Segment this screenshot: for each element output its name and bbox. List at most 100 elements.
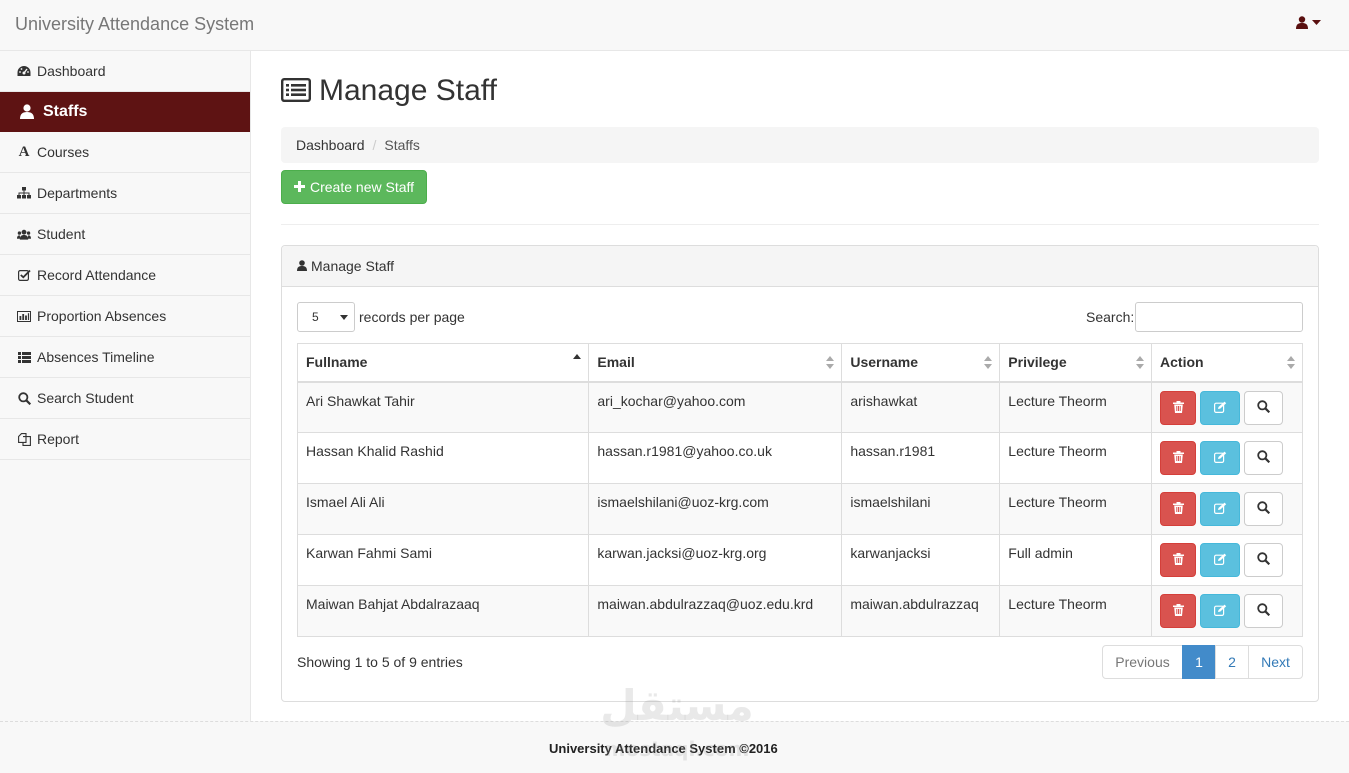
delete-button[interactable] — [1160, 492, 1197, 526]
cell-privilege: Lecture Theorm — [999, 432, 1153, 484]
trash-icon — [1172, 603, 1184, 619]
breadcrumb-separator: / — [372, 137, 377, 153]
cell-fullname: Maiwan Bahjat Abdalrazaaq — [296, 585, 590, 637]
sidebar-item-label: Departments — [37, 185, 118, 201]
cell-fullname: Ari Shawkat Tahir — [296, 381, 590, 433]
breadcrumb-dashboard-link[interactable]: Dashboard — [296, 137, 365, 153]
sidebar-item-record-attendance[interactable]: Record Attendance — [0, 255, 250, 296]
edit-button[interactable] — [1200, 492, 1241, 526]
cell-fullname: Ismael Ali Ali — [296, 483, 590, 535]
edit-icon — [1213, 450, 1227, 466]
edit-button[interactable] — [1200, 390, 1241, 425]
sort-ascending-icon — [573, 354, 582, 368]
create-staff-button[interactable]: Create new Staff — [281, 170, 428, 204]
column-header-username[interactable]: Username — [841, 343, 1001, 383]
edit-icon — [1213, 552, 1227, 568]
records-per-page-label: records per page — [359, 309, 465, 325]
sidebar-item-label: Dashboard — [37, 63, 106, 79]
column-header-action[interactable]: Action — [1151, 343, 1303, 383]
column-header-privilege[interactable]: Privilege — [999, 343, 1153, 383]
view-button[interactable] — [1244, 543, 1284, 577]
sort-icon — [1287, 356, 1296, 370]
pagination-next[interactable]: Next — [1248, 645, 1303, 679]
search-icon — [1257, 399, 1271, 416]
search-label: Search: — [1086, 309, 1135, 325]
search-icon — [17, 391, 31, 405]
cell-actions — [1151, 483, 1303, 535]
manage-staff-panel: Manage Staff 5 records per page Search: … — [281, 245, 1319, 702]
sidebar-item-student[interactable]: Student — [0, 214, 250, 255]
cell-privilege: Lecture Theorm — [999, 483, 1153, 535]
cell-privilege: Lecture Theorm — [999, 381, 1153, 433]
sidebar-item-label: Staffs — [43, 102, 88, 120]
sidebar-item-label: Absences Timeline — [37, 349, 155, 365]
user-icon — [297, 258, 307, 274]
cell-actions — [1151, 432, 1303, 484]
page-title: Manage Staff — [319, 74, 497, 107]
check-square-icon — [17, 268, 31, 282]
search-icon — [1257, 603, 1271, 619]
edit-button[interactable] — [1200, 441, 1241, 475]
delete-button[interactable] — [1160, 594, 1197, 628]
user-menu[interactable] — [1296, 16, 1321, 29]
sidebar-item-staffs[interactable]: Staffs — [0, 92, 250, 132]
cell-username: ismaelshilani — [841, 483, 1001, 535]
records-per-page-value: 5 — [312, 310, 319, 324]
pagination: Previous 1 2 Next — [1102, 645, 1303, 679]
panel-title: Manage Staff — [311, 258, 395, 274]
search-input[interactable] — [1135, 302, 1303, 332]
column-header-fullname[interactable]: Fullname — [296, 343, 590, 383]
cell-actions — [1151, 534, 1303, 586]
column-header-email[interactable]: Email — [588, 343, 843, 383]
delete-button[interactable] — [1160, 441, 1197, 475]
breadcrumb-current: Staffs — [384, 137, 420, 153]
edit-icon — [1213, 501, 1227, 517]
cell-actions — [1151, 381, 1303, 433]
view-button[interactable] — [1244, 390, 1284, 425]
table-info: Showing 1 to 5 of 9 entries — [297, 654, 463, 670]
sidebar-item-courses[interactable]: A Courses — [0, 132, 250, 173]
top-navbar: University Attendance System — [0, 0, 1349, 51]
trash-icon — [1172, 450, 1184, 466]
sidebar: Dashboard Staffs A Courses Departments S… — [0, 51, 251, 721]
user-icon — [19, 104, 35, 120]
cell-email: hassan.r1981@yahoo.co.uk — [588, 432, 843, 484]
edit-icon — [1213, 400, 1227, 416]
pagination-page-2[interactable]: 2 — [1215, 645, 1249, 679]
table-row: Ismael Ali Ali ismaelshilani@uoz-krg.com i… — [296, 483, 1303, 535]
caret-down-icon — [340, 315, 348, 320]
users-icon — [17, 227, 31, 241]
edit-button[interactable] — [1200, 543, 1241, 577]
pagination-page-1[interactable]: 1 — [1182, 645, 1216, 679]
view-button[interactable] — [1244, 441, 1284, 475]
edit-button[interactable] — [1200, 594, 1241, 628]
view-button[interactable] — [1244, 594, 1284, 628]
cell-username: karwanjacksi — [841, 534, 1001, 586]
delete-button[interactable] — [1160, 390, 1197, 425]
delete-button[interactable] — [1160, 543, 1197, 577]
list-icon — [17, 350, 31, 364]
list-alt-icon — [281, 77, 312, 105]
panel-heading: Manage Staff — [282, 246, 1318, 287]
view-button[interactable] — [1244, 492, 1284, 526]
app-brand[interactable]: University Attendance System — [15, 14, 254, 35]
sidebar-item-absences-timeline[interactable]: Absences Timeline — [0, 337, 250, 378]
sidebar-item-proportion-absences[interactable]: Proportion Absences — [0, 296, 250, 337]
user-icon — [1296, 16, 1308, 29]
records-per-page-select[interactable]: 5 — [297, 302, 355, 332]
sidebar-item-label: Report — [37, 431, 80, 447]
cell-email: karwan.jacksi@uoz-krg.org — [588, 534, 843, 586]
table-row: Hassan Khalid Rashid hassan.r1981@yahoo.c… — [296, 432, 1303, 484]
cell-email: ari_kochar@yahoo.com — [588, 381, 843, 433]
bar-chart-icon — [17, 309, 31, 323]
sidebar-item-departments[interactable]: Departments — [0, 173, 250, 214]
sidebar-item-search-student[interactable]: Search Student — [0, 378, 250, 419]
sidebar-item-label: Student — [37, 226, 86, 242]
footer-text: University Attendance System ©2016 — [549, 741, 778, 756]
sidebar-item-dashboard[interactable]: Dashboard — [0, 51, 250, 92]
pagination-previous[interactable]: Previous — [1102, 645, 1183, 679]
footer: University Attendance System ©2016 — [0, 721, 1349, 773]
copy-icon — [17, 432, 31, 446]
sidebar-item-report[interactable]: Report — [0, 419, 250, 460]
sidebar-item-label: Search Student — [37, 390, 134, 406]
